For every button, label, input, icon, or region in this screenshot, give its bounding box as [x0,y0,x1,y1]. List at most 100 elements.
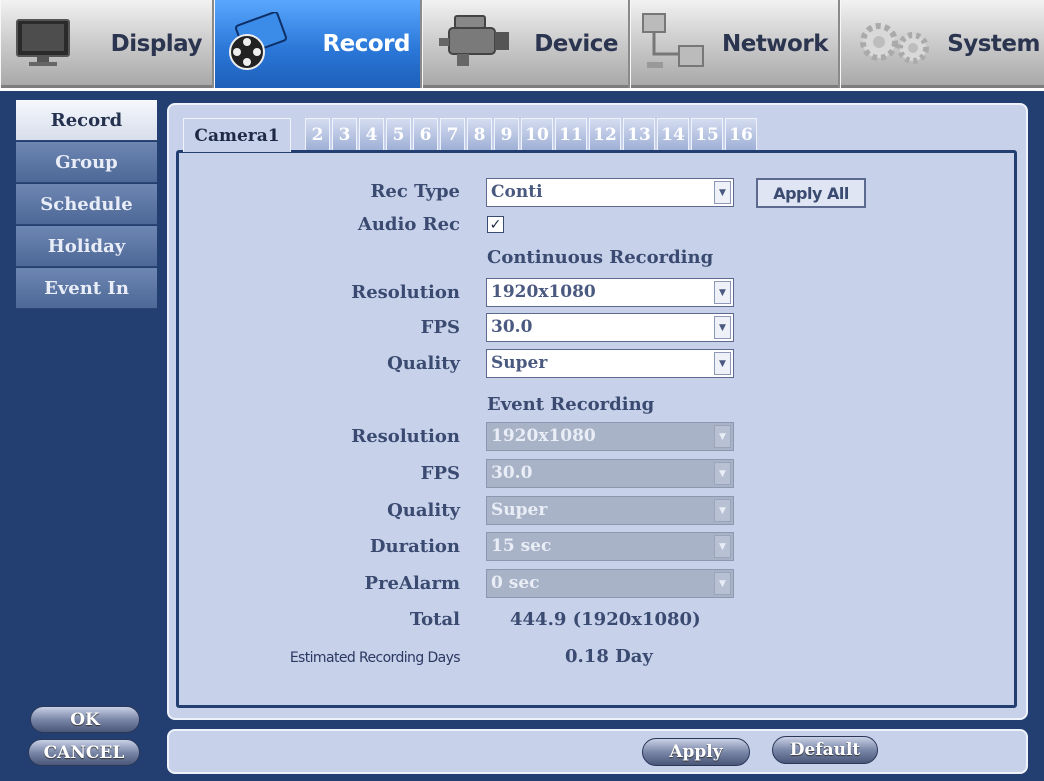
sidebar: Record Group Schedule Holiday Event In [16,100,157,310]
nav-label-display: Display [110,31,203,57]
sidebar-item-label: Holiday [47,235,126,257]
chevron-down-icon: ▼ [714,572,731,595]
chevron-down-icon: ▼ [714,352,731,375]
tab-label: 3 [338,124,351,145]
estimated-days-value: 0.18 Day [565,646,653,667]
chevron-down-icon: ▼ [714,535,731,558]
tab-camera-10[interactable]: 10 [521,118,553,150]
sidebar-item-holiday[interactable]: Holiday [16,226,157,267]
tab-camera-16[interactable]: 16 [725,118,757,150]
tab-camera-4[interactable]: 4 [359,118,384,150]
tab-label: 10 [525,124,549,145]
tab-camera-8[interactable]: 8 [467,118,492,150]
tab-label: 9 [500,124,513,145]
apply-all-button[interactable]: Apply All [756,178,866,208]
tab-camera-13[interactable]: 13 [623,118,655,150]
event-resolution-value: 1920x1080 [491,426,596,446]
tab-label: 8 [473,124,486,145]
event-fps-value: 30.0 [491,463,533,483]
rec-type-value: Conti [491,182,543,202]
audio-rec-label: Audio Rec [357,214,460,235]
nav-tab-record[interactable]: Record [214,0,422,88]
tab-label: 7 [446,124,459,145]
prealarm-select: 0 sec ▼ [486,569,734,598]
tab-label: 15 [695,124,719,145]
total-label: Total [409,609,460,630]
event-recording-heading: Event Recording [487,394,655,415]
chevron-down-icon: ▼ [714,425,731,448]
sidebar-item-schedule[interactable]: Schedule [16,184,157,225]
tab-camera-11[interactable]: 11 [555,118,587,150]
continuous-recording-heading: Continuous Recording [487,247,714,268]
tab-label: 16 [729,124,753,145]
tab-camera-14[interactable]: 14 [657,118,689,150]
rec-type-label: Rec Type [370,181,460,202]
gears-icon [860,23,929,64]
tab-label: 5 [392,124,405,145]
default-button[interactable]: Default [772,736,878,764]
tab-camera-7[interactable]: 7 [440,118,465,150]
cont-fps-label: FPS [420,317,460,338]
tab-camera-3[interactable]: 3 [332,118,357,150]
sidebar-item-label: Record [50,109,123,131]
nav-tab-network[interactable]: Network [630,0,840,88]
tab-label: 6 [419,124,432,145]
sidebar-item-label: Schedule [40,193,133,215]
duration-label: Duration [369,536,460,557]
event-quality-select: Super ▼ [486,496,734,525]
estimated-days-label: Estimated Recording Days [289,650,461,666]
duration-value: 15 sec [491,536,552,556]
cancel-button[interactable]: CANCEL [28,739,140,766]
tab-camera-9[interactable]: 9 [494,118,519,150]
tab-camera-6[interactable]: 6 [413,118,438,150]
top-nav-bar: Display Record Device Network System [0,0,1044,88]
event-fps-label: FPS [420,463,460,484]
cont-fps-value: 30.0 [491,317,533,337]
chevron-down-icon: ▼ [714,499,731,522]
event-resolution-select: 1920x1080 ▼ [486,422,734,451]
tab-camera-15[interactable]: 15 [691,118,723,150]
event-quality-value: Super [491,500,548,520]
nav-tab-display[interactable]: Display [0,0,214,88]
video-camera-icon [439,15,509,66]
cont-resolution-select[interactable]: 1920x1080 ▼ [486,278,734,307]
tab-label: 12 [593,124,617,145]
sidebar-item-label: Event In [44,277,129,299]
tab-label: 13 [627,124,651,145]
nav-tab-system[interactable]: System [840,0,1044,88]
cont-fps-select[interactable]: 30.0 ▼ [486,313,734,342]
film-reel-icon [229,12,287,70]
chevron-down-icon: ▼ [714,281,731,304]
sidebar-item-group[interactable]: Group [16,142,157,183]
duration-select: 15 sec ▼ [486,532,734,561]
sidebar-item-record[interactable]: Record [16,100,157,141]
apply-button[interactable]: Apply [642,738,750,766]
ok-button[interactable]: OK [30,706,140,733]
prealarm-value: 0 sec [491,573,540,593]
cont-quality-label: Quality [387,353,460,374]
bottom-button-bar [167,729,1028,774]
tab-camera-1[interactable]: Camera1 [183,118,291,152]
network-icon [642,13,704,68]
nav-tab-device[interactable]: Device [422,0,630,88]
event-resolution-label: Resolution [351,426,460,447]
tab-camera-5[interactable]: 5 [386,118,411,150]
cont-quality-select[interactable]: Super ▼ [486,349,734,378]
nav-label-record: Record [322,31,410,57]
cont-resolution-value: 1920x1080 [491,282,596,302]
rec-type-select[interactable]: Conti ▼ [486,178,734,207]
total-value: 444.9 (1920x1080) [510,609,701,630]
sidebar-item-label: Group [55,151,118,173]
event-quality-label: Quality [387,500,460,521]
nav-label-system: System [947,31,1040,57]
tab-camera-2[interactable]: 2 [305,118,330,150]
event-fps-select: 30.0 ▼ [486,459,734,488]
sidebar-item-event-in[interactable]: Event In [16,268,157,309]
monitor-icon [16,19,70,66]
cont-resolution-label: Resolution [351,282,460,303]
tab-label: 14 [661,124,685,145]
checkmark-icon: ✓ [489,216,502,233]
audio-rec-checkbox[interactable]: ✓ [487,216,504,233]
prealarm-label: PreAlarm [364,573,460,594]
tab-camera-12[interactable]: 12 [589,118,621,150]
